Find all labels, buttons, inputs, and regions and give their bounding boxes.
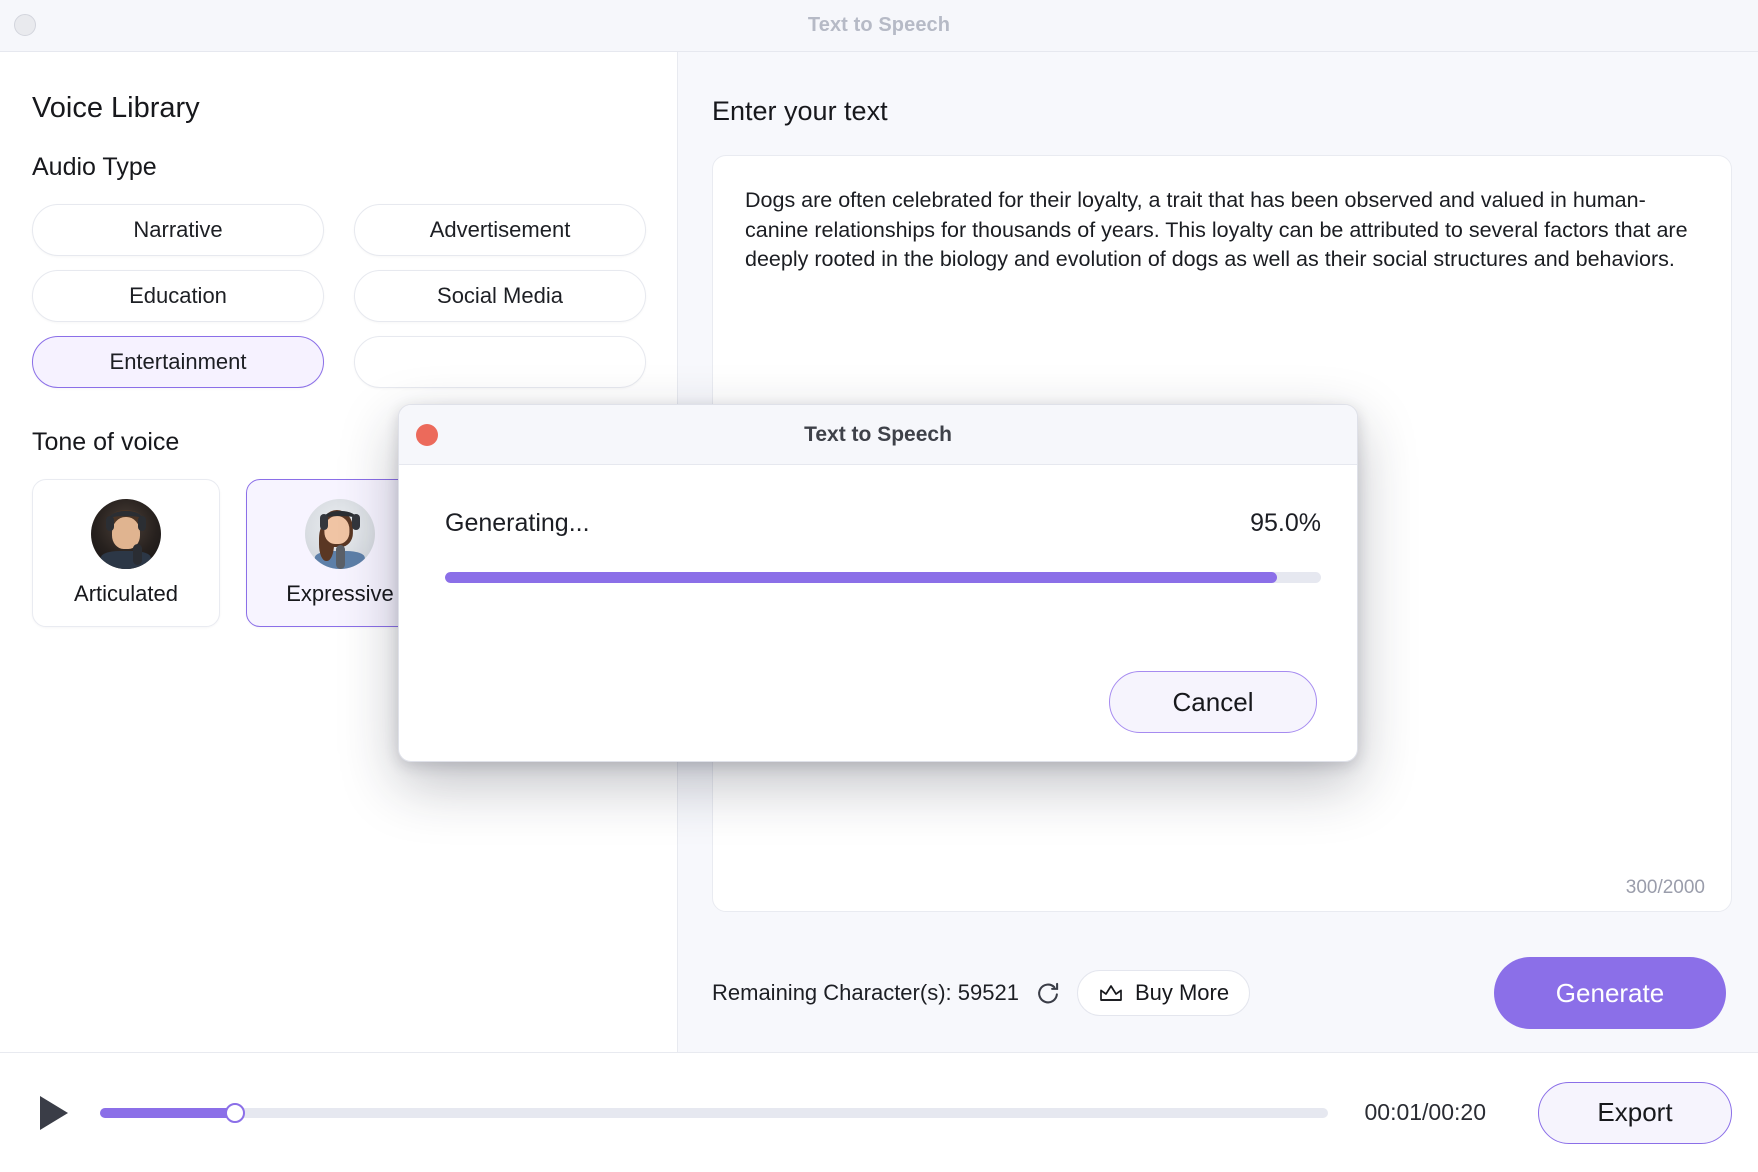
text-input-value: Dogs are often celebrated for their loya… xyxy=(745,188,1694,272)
audio-type-label: Audio Type xyxy=(32,153,157,181)
modal-body: Generating... 95.0% Cancel xyxy=(399,465,1357,761)
time-display: 00:01/00:20 xyxy=(1364,1099,1486,1125)
seek-slider[interactable] xyxy=(100,1102,1329,1123)
editor-footer: Remaining Character(s): 59521 Buy More G… xyxy=(712,934,1732,1052)
chip-label: Advertisement xyxy=(429,217,571,242)
voice-library-heading: Voice Library xyxy=(32,92,200,124)
window-titlebar: Text to Speech xyxy=(0,0,1758,52)
enter-your-text-heading: Enter your text xyxy=(712,96,888,126)
progress-percent-label: 95.0% xyxy=(1250,509,1321,537)
refresh-icon[interactable] xyxy=(1035,980,1061,1006)
generating-modal: Text to Speech Generating... 95.0% Cance… xyxy=(398,404,1358,762)
voice-card-label: Articulated xyxy=(74,581,178,606)
progress-row: Generating... 95.0% xyxy=(445,509,1321,538)
chip-label: Education xyxy=(129,283,227,308)
chip-label: Social Media xyxy=(437,283,563,308)
chip-label: Narrative xyxy=(133,217,223,242)
voice-card-label: Expressive xyxy=(286,581,394,606)
app-window: Text to Speech Voice Library Audio Type … xyxy=(0,0,1758,1172)
chip-label: Entertainment xyxy=(109,349,247,374)
remaining-characters-label: Remaining Character(s): 59521 xyxy=(712,980,1019,1005)
remaining-characters-group: Remaining Character(s): 59521 Buy More xyxy=(712,970,1251,1016)
close-icon[interactable] xyxy=(416,423,438,446)
audio-type-chip-education[interactable]: Education xyxy=(32,270,324,322)
cancel-button[interactable]: Cancel xyxy=(1109,671,1317,733)
window-title: Text to Speech xyxy=(807,14,951,36)
progress-status-label: Generating... xyxy=(445,509,590,537)
playback-bar: 00:01/00:20 Export xyxy=(0,1052,1758,1172)
seek-slider-fill xyxy=(100,1107,236,1118)
seek-slider-thumb[interactable] xyxy=(225,1102,246,1123)
buy-more-label: Buy More xyxy=(1134,980,1230,1005)
window-dot-icon[interactable] xyxy=(14,14,36,36)
progress-bar-track xyxy=(445,572,1321,583)
modal-actions: Cancel xyxy=(445,671,1321,733)
audio-type-chip-narrative[interactable]: Narrative xyxy=(32,204,324,256)
modal-title: Text to Speech xyxy=(804,422,952,446)
export-button[interactable]: Export xyxy=(1538,1081,1732,1144)
generate-button[interactable]: Generate xyxy=(1494,957,1726,1029)
audio-type-chip-social-media[interactable]: Social Media xyxy=(354,270,646,322)
play-icon[interactable] xyxy=(34,1091,74,1135)
male-podcaster-avatar xyxy=(91,499,161,569)
audio-type-chip-grid: Narrative Advertisement Education Social… xyxy=(32,204,646,388)
modal-titlebar: Text to Speech xyxy=(399,405,1357,465)
crown-icon xyxy=(1098,982,1124,1004)
audio-type-chip-obscured[interactable] xyxy=(354,336,646,388)
audio-type-chip-entertainment[interactable]: Entertainment xyxy=(32,336,324,388)
progress-bar-fill xyxy=(445,572,1278,583)
voice-card-articulated[interactable]: Articulated xyxy=(32,479,220,627)
audio-type-chip-advertisement[interactable]: Advertisement xyxy=(354,204,646,256)
female-singer-avatar xyxy=(305,499,375,569)
character-counter: 300/2000 xyxy=(1625,877,1705,898)
buy-more-button[interactable]: Buy More xyxy=(1076,970,1251,1016)
